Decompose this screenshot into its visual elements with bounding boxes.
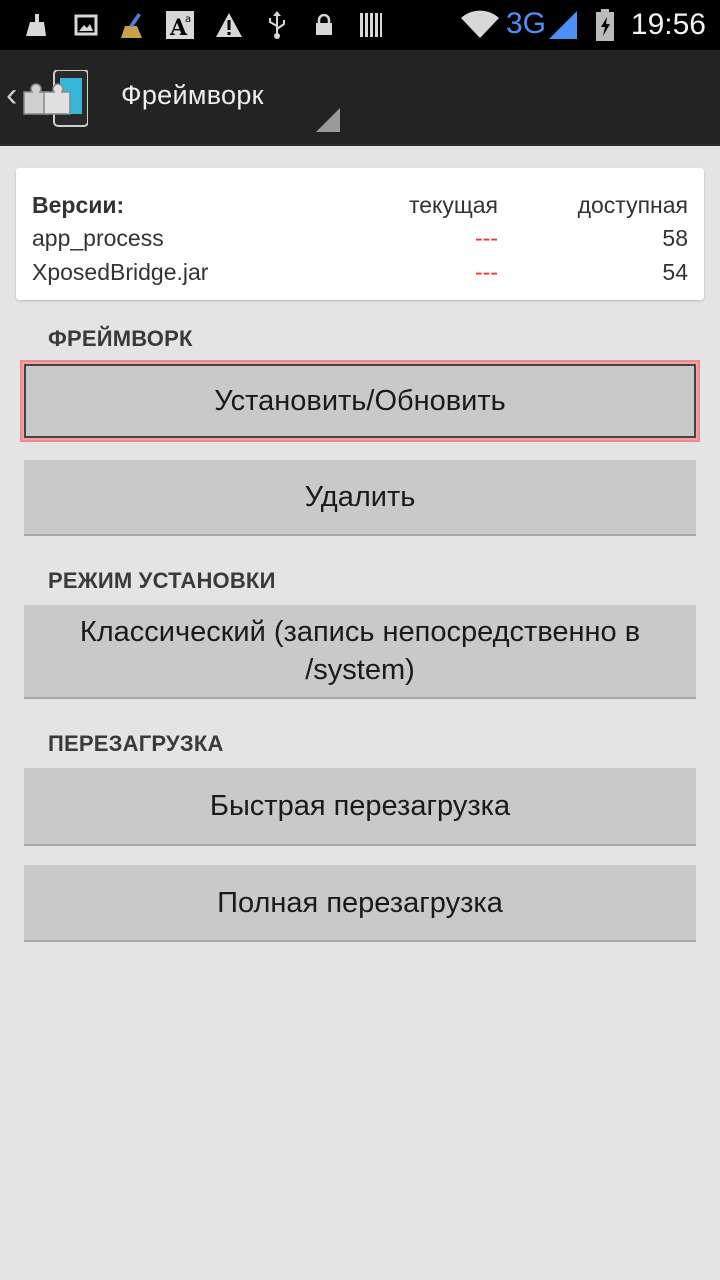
install-mode-button[interactable]: Классический (запись непосредственно в /… [24, 605, 696, 699]
font-icon: Aa [165, 0, 195, 50]
battery-icon [592, 0, 618, 50]
soft-reboot-button[interactable]: Быстрая перезагрузка [24, 768, 696, 846]
action-bar: ‹ Фреймворк [0, 50, 720, 146]
usb-icon [264, 0, 290, 50]
image-icon [72, 0, 100, 50]
svg-text:a: a [185, 14, 191, 25]
versions-label: Версии: [32, 192, 125, 218]
status-time: 19:56 [630, 8, 706, 41]
lock-icon [312, 0, 336, 50]
current-version: --- [475, 259, 498, 285]
versions-header-row: Версии: текущая доступная [32, 192, 688, 226]
version-name: XposedBridge.jar [32, 259, 209, 285]
uninstall-button[interactable]: Удалить [24, 460, 696, 536]
wifi-icon [458, 0, 502, 50]
chevron-left-icon[interactable]: ‹ [6, 78, 17, 112]
current-version: --- [475, 225, 498, 251]
dropdown-triangle-icon[interactable] [316, 108, 340, 137]
version-row: XposedBridge.jar --- 54 [32, 259, 688, 293]
cleaner-icon [22, 0, 50, 50]
install-update-button[interactable]: Установить/Обновить [24, 364, 696, 438]
current-column-label: текущая [408, 192, 498, 218]
available-version: 58 [662, 225, 688, 251]
version-row: app_process --- 58 [32, 225, 688, 259]
available-column-label: доступная [577, 192, 688, 218]
network-type-label: 3G [506, 7, 547, 40]
section-header-install-mode: РЕЖИМ УСТАНОВКИ [48, 568, 276, 593]
warning-icon [215, 0, 243, 50]
version-name: app_process [32, 225, 164, 251]
xposed-puzzle-icon[interactable] [22, 69, 89, 128]
barcode-icon [358, 0, 384, 50]
signal-icon [546, 0, 580, 50]
versions-card: Версии: текущая доступная app_process --… [16, 168, 704, 300]
status-bar: Aa 3G 19:56 [0, 0, 720, 50]
section-header-reboot: ПЕРЕЗАГРУЗКА [48, 731, 224, 756]
section-header-framework: ФРЕЙМВОРК [48, 326, 193, 351]
broom-icon [116, 0, 146, 50]
page-title[interactable]: Фреймворк [121, 80, 264, 111]
available-version: 54 [662, 259, 688, 285]
full-reboot-button[interactable]: Полная перезагрузка [24, 865, 696, 942]
